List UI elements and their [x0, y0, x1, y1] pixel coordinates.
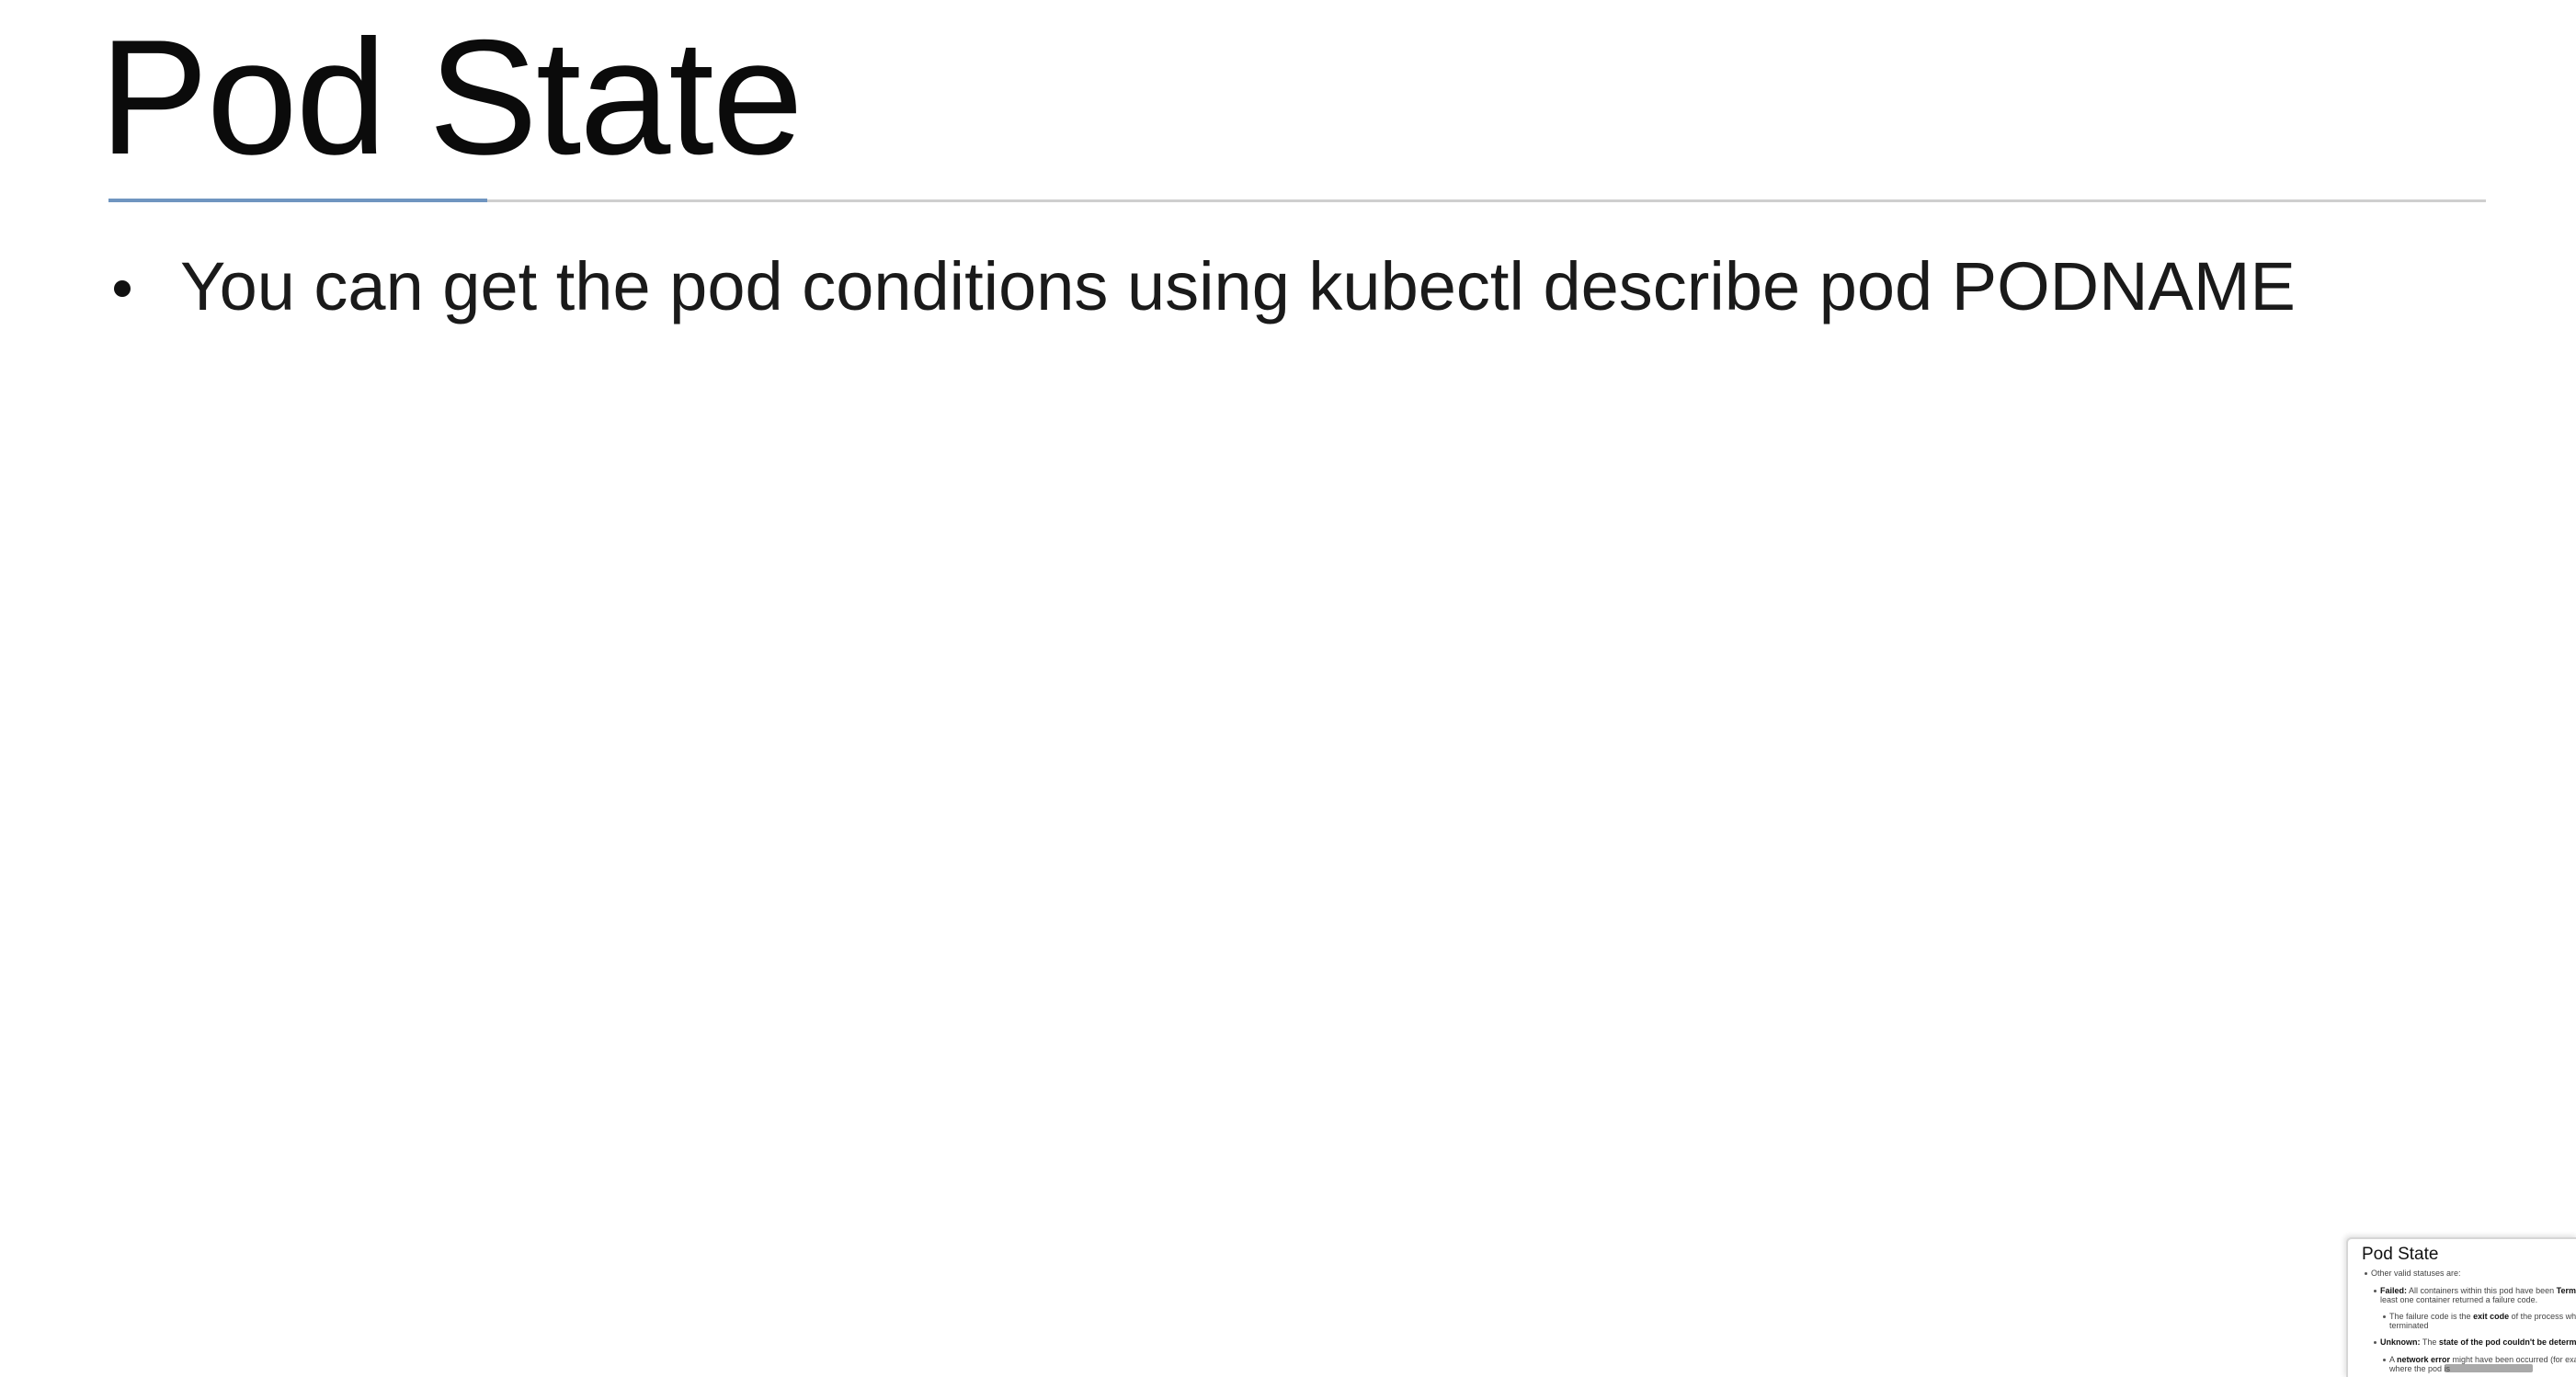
bullet-item: You can get the pod conditions using kub… [108, 241, 2296, 333]
thumbnail-line: A network error might have been occurred… [2389, 1355, 2576, 1364]
bullet-dot-icon [114, 280, 131, 297]
thumbnail-line: where the pod is [2389, 1364, 2451, 1373]
thumbnail-line: least one container returned a failure c… [2380, 1295, 2538, 1304]
thumbnail-line: Other valid statuses are: [2371, 1269, 2461, 1278]
thumbnail-bullet-icon [2365, 1272, 2367, 1275]
title-divider-accent [108, 199, 487, 202]
thumbnail-line: Unknown: The state of the pod couldn't b… [2380, 1337, 2576, 1347]
thumbnail-line: terminated [2389, 1321, 2429, 1330]
thumbnail-bullet-icon [2374, 1341, 2377, 1344]
slide-title: Pod State [99, 6, 804, 188]
thumbnail-line: Failed: All containers within this pod h… [2380, 1286, 2576, 1295]
thumbnail-title: Pod State [2362, 1245, 2439, 1264]
previous-slide-thumbnail[interactable]: Pod State Other valid statuses are: Fail… [2346, 1237, 2576, 1377]
bullet-text: You can get the pod conditions using kub… [180, 248, 2296, 324]
thumbnail-bullet-icon [2383, 1359, 2386, 1361]
thumbnail-bullet-icon [2374, 1290, 2377, 1292]
thumbnail-video-controls [2445, 1364, 2533, 1372]
thumbnail-bullet-icon [2383, 1315, 2386, 1318]
bullet-list: You can get the pod conditions using kub… [108, 241, 2296, 333]
thumbnail-line: The failure code is the exit code of the… [2389, 1312, 2576, 1321]
